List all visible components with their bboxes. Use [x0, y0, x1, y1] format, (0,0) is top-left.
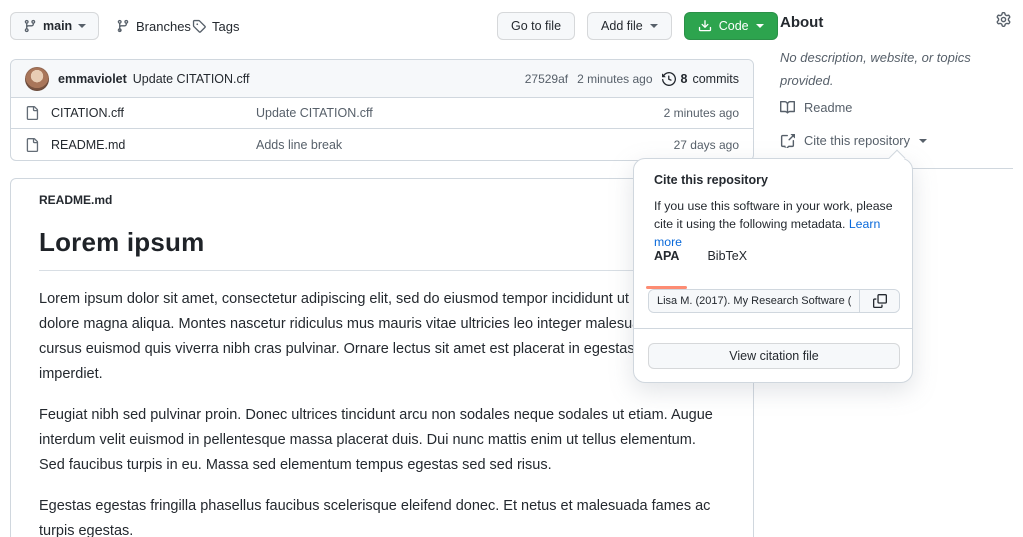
cite-link-label: Cite this repository	[804, 133, 910, 148]
popover-title: Cite this repository	[654, 173, 768, 187]
citation-format-tabs: APA BibTeX	[654, 249, 747, 271]
add-file-button[interactable]: Add file	[587, 12, 672, 40]
add-file-label: Add file	[601, 19, 643, 33]
citation-text-input[interactable]	[649, 290, 859, 312]
branches-label: Branches	[136, 19, 191, 34]
history-icon	[662, 72, 676, 86]
commit-message-link[interactable]: Update CITATION.cff	[133, 72, 250, 86]
branches-link[interactable]: Branches	[116, 17, 191, 35]
readme-paragraph: Lorem ipsum dolor sit amet, consectetur …	[39, 287, 725, 387]
readme-link-label: Readme	[804, 100, 852, 115]
branch-selector-button[interactable]: main	[10, 12, 99, 40]
git-branch-icon	[116, 19, 130, 33]
readme-title: Lorem ipsum	[39, 227, 725, 271]
code-label: Code	[719, 19, 749, 33]
readme-paragraph: Feugiat nibh sed pulvinar proin. Donec u…	[39, 403, 725, 478]
commit-sha-link[interactable]: 27529af	[525, 72, 568, 86]
sidebar-item-cite-repository[interactable]: Cite this repository	[780, 133, 927, 148]
chevron-down-icon	[78, 24, 86, 28]
commit-history-link[interactable]: 8 commits	[662, 72, 739, 86]
view-citation-file-button[interactable]: View citation file	[648, 343, 900, 369]
about-heading: About	[780, 14, 823, 31]
chevron-down-icon	[756, 24, 764, 28]
go-to-file-button[interactable]: Go to file	[497, 12, 575, 40]
branch-name-label: main	[43, 19, 72, 33]
tab-bibtex[interactable]: BibTeX	[707, 249, 747, 271]
commits-label: commits	[692, 72, 739, 86]
commit-author-link[interactable]: emmaviolet	[58, 72, 127, 86]
file-name-link[interactable]: CITATION.cff	[51, 106, 256, 120]
file-commit-time: 2 minutes ago	[664, 106, 739, 120]
cross-reference-icon	[780, 133, 795, 148]
tags-link[interactable]: Tags	[192, 17, 239, 35]
cite-repository-popover: Cite this repository If you use this sof…	[633, 158, 913, 383]
book-icon	[780, 100, 795, 115]
go-to-file-label: Go to file	[511, 19, 561, 33]
about-description: No description, website, or topics provi…	[780, 46, 1008, 92]
table-row: README.md Adds line break 27 days ago	[11, 129, 753, 160]
popover-caret	[889, 150, 906, 167]
code-button[interactable]: Code	[684, 12, 778, 40]
file-browser: emmaviolet Update CITATION.cff 27529af 2…	[10, 59, 754, 161]
file-icon	[25, 106, 39, 120]
popover-description: If you use this software in your work, p…	[654, 197, 896, 251]
tag-icon	[192, 19, 206, 33]
file-commit-message-link[interactable]: Adds line break	[256, 138, 674, 152]
chevron-down-icon	[650, 24, 658, 28]
gear-icon[interactable]	[996, 12, 1011, 27]
popover-divider	[634, 328, 912, 329]
citation-input-group	[648, 289, 900, 313]
file-icon	[25, 138, 39, 152]
clipboard-icon	[873, 294, 887, 308]
latest-commit-bar: emmaviolet Update CITATION.cff 27529af 2…	[11, 60, 753, 98]
git-branch-icon	[23, 19, 37, 33]
tags-label: Tags	[212, 19, 239, 34]
download-icon	[698, 19, 712, 33]
author-avatar[interactable]	[25, 67, 49, 91]
file-commit-time: 27 days ago	[674, 138, 739, 152]
commit-time: 2 minutes ago	[577, 72, 652, 86]
toolbar-actions: Go to file Add file Code	[497, 12, 778, 40]
tab-apa[interactable]: APA	[654, 249, 679, 271]
file-name-link[interactable]: README.md	[51, 138, 256, 152]
readme-paragraph: Egestas egestas fringilla phasellus fauc…	[39, 494, 725, 537]
commits-count: 8	[681, 72, 688, 86]
file-commit-message-link[interactable]: Update CITATION.cff	[256, 106, 664, 120]
table-row: CITATION.cff Update CITATION.cff 2 minut…	[11, 98, 753, 129]
copy-citation-button[interactable]	[859, 290, 899, 312]
sidebar-item-readme[interactable]: Readme	[780, 100, 852, 115]
chevron-down-icon	[919, 139, 927, 143]
